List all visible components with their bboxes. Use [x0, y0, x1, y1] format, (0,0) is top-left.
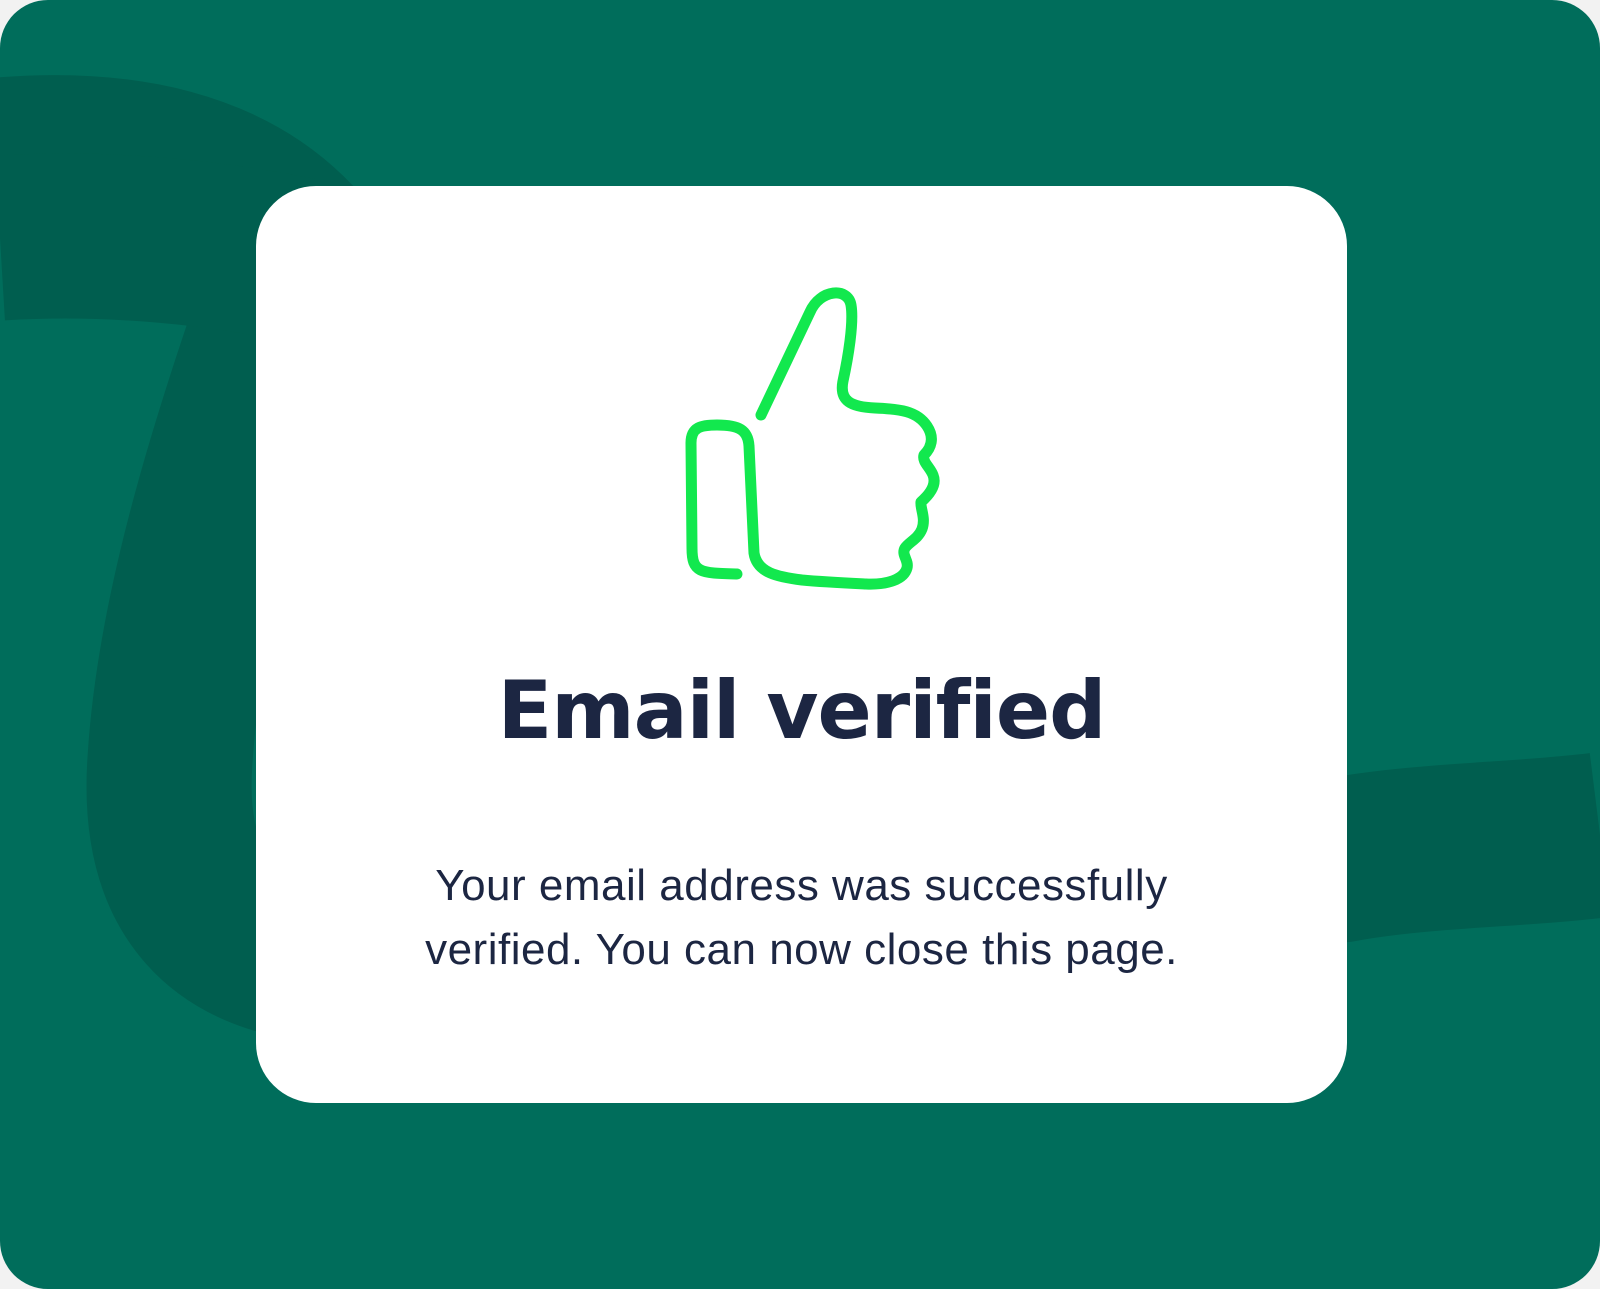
verification-card: Email verified Your email address was su…	[256, 186, 1347, 1103]
thumbs-up-icon	[685, 287, 940, 590]
confirmation-message: Your email address was successfully veri…	[425, 861, 1178, 974]
page-title: Email verified	[497, 664, 1107, 757]
page-background: Email verified Your email address was su…	[0, 0, 1600, 1289]
